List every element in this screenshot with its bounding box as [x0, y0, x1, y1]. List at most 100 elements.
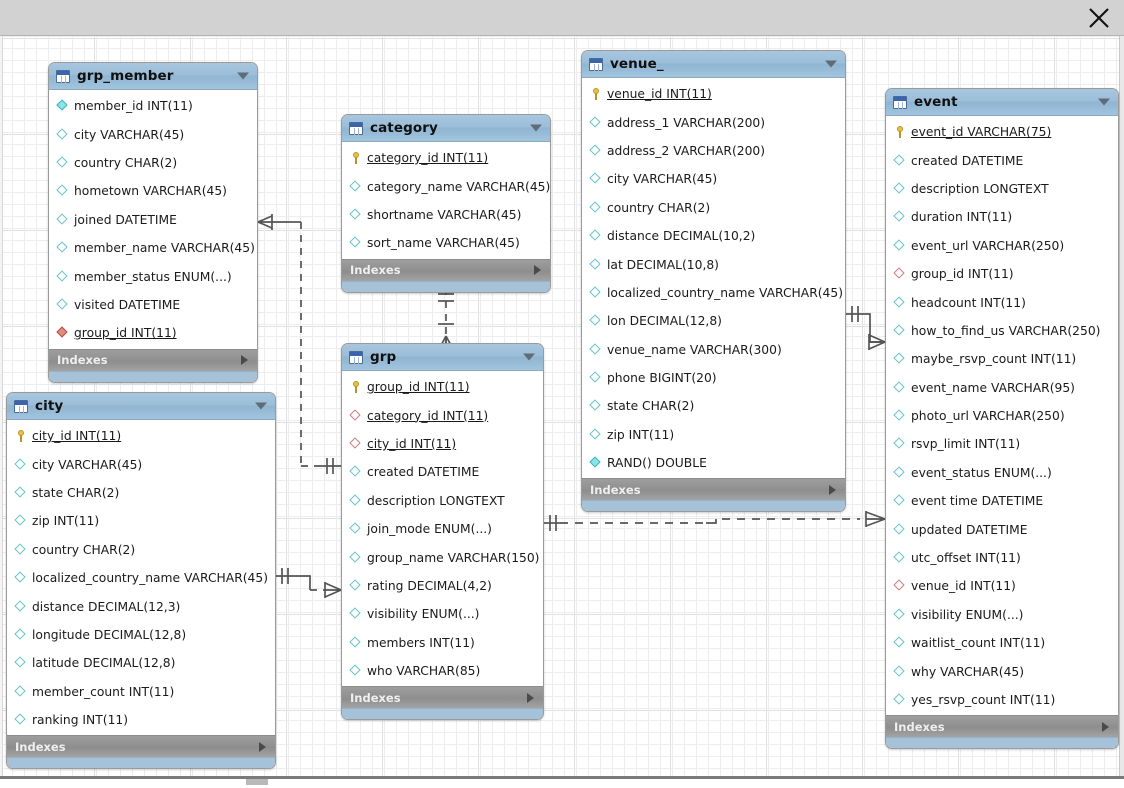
column-row[interactable]: latitude DECIMAL(12,8)	[7, 649, 275, 677]
column-row[interactable]: longitude DECIMAL(12,8)	[7, 621, 275, 649]
chevron-down-icon[interactable]	[1098, 99, 1110, 106]
column-row[interactable]: visibility ENUM(...)	[342, 600, 543, 628]
chevron-right-icon[interactable]	[534, 265, 541, 275]
column-row[interactable]: lat DECIMAL(10,8)	[582, 250, 845, 278]
column-row[interactable]: updated DATETIME	[886, 515, 1118, 543]
chevron-right-icon[interactable]	[1102, 722, 1109, 732]
chevron-down-icon[interactable]	[825, 61, 837, 68]
column-row[interactable]: how_to_find_us VARCHAR(250)	[886, 317, 1118, 345]
table-grp[interactable]: grp group_id INT(11) category_id INT(11)…	[341, 343, 544, 720]
chevron-down-icon[interactable]	[237, 73, 249, 80]
column-row[interactable]: address_1 VARCHAR(200)	[582, 108, 845, 136]
chevron-right-icon[interactable]	[527, 693, 534, 703]
column-row[interactable]: who VARCHAR(85)	[342, 657, 543, 685]
column-row[interactable]: localized_country_name VARCHAR(45)	[7, 564, 275, 592]
column-row[interactable]: ranking INT(11)	[7, 706, 275, 734]
column-row[interactable]: waitlist_count INT(11)	[886, 629, 1118, 657]
column-row[interactable]: event_id VARCHAR(75)	[886, 118, 1118, 146]
column-row[interactable]: RAND() DOUBLE	[582, 449, 845, 477]
column-row[interactable]: headcount INT(11)	[886, 288, 1118, 316]
column-row[interactable]: member_status ENUM(...)	[49, 262, 257, 290]
column-row[interactable]: state CHAR(2)	[582, 392, 845, 420]
indexes-bar[interactable]: Indexes	[582, 478, 845, 500]
indexes-bar[interactable]: Indexes	[342, 686, 543, 708]
column-row[interactable]: category_id INT(11)	[342, 144, 550, 172]
column-row[interactable]: event_status ENUM(...)	[886, 459, 1118, 487]
column-row[interactable]: group_id INT(11)	[49, 319, 257, 347]
column-row[interactable]: country CHAR(2)	[7, 536, 275, 564]
table-header-grp_member[interactable]: grp_member	[49, 63, 257, 90]
column-row[interactable]: visited DATETIME	[49, 291, 257, 319]
indexes-bar[interactable]: Indexes	[49, 349, 257, 371]
column-row[interactable]: distance DECIMAL(12,3)	[7, 592, 275, 620]
column-row[interactable]: zip INT(11)	[582, 421, 845, 449]
window-resize-handle[interactable]	[246, 779, 268, 785]
diagram-canvas[interactable]: grp_member member_id INT(11) city VARCHA…	[0, 36, 1124, 776]
table-event[interactable]: event event_id VARCHAR(75) created DATET…	[885, 88, 1119, 749]
column-row[interactable]: maybe_rsvp_count INT(11)	[886, 345, 1118, 373]
chevron-right-icon[interactable]	[241, 355, 248, 365]
column-row[interactable]: country CHAR(2)	[49, 149, 257, 177]
column-row[interactable]: event time DATETIME	[886, 487, 1118, 515]
column-row[interactable]: country CHAR(2)	[582, 194, 845, 222]
column-row[interactable]: venue_id INT(11)	[582, 80, 845, 108]
table-venue_[interactable]: venue_ venue_id INT(11) address_1 VARCHA…	[581, 50, 846, 512]
column-row[interactable]: created DATETIME	[342, 458, 543, 486]
column-row[interactable]: created DATETIME	[886, 146, 1118, 174]
column-row[interactable]: city VARCHAR(45)	[7, 450, 275, 478]
column-row[interactable]: category_id INT(11)	[342, 401, 543, 429]
column-row[interactable]: yes_rsvp_count INT(11)	[886, 686, 1118, 714]
column-row[interactable]: description LONGTEXT	[342, 487, 543, 515]
column-row[interactable]: venue_id INT(11)	[886, 572, 1118, 600]
column-row[interactable]: group_name VARCHAR(150)	[342, 543, 543, 571]
column-row[interactable]: group_id INT(11)	[342, 373, 543, 401]
column-row[interactable]: members INT(11)	[342, 629, 543, 657]
column-row[interactable]: zip INT(11)	[7, 507, 275, 535]
table-header-city[interactable]: city	[7, 393, 275, 420]
chevron-right-icon[interactable]	[829, 485, 836, 495]
column-row[interactable]: city_id INT(11)	[342, 430, 543, 458]
column-row[interactable]: lon DECIMAL(12,8)	[582, 307, 845, 335]
column-row[interactable]: why VARCHAR(45)	[886, 657, 1118, 685]
indexes-bar[interactable]: Indexes	[7, 735, 275, 757]
table-header-venue_[interactable]: venue_	[582, 51, 845, 78]
column-row[interactable]: rsvp_limit INT(11)	[886, 430, 1118, 458]
column-row[interactable]: venue_name VARCHAR(300)	[582, 336, 845, 364]
column-row[interactable]: shortname VARCHAR(45)	[342, 201, 550, 229]
column-row[interactable]: address_2 VARCHAR(200)	[582, 137, 845, 165]
chevron-right-icon[interactable]	[259, 742, 266, 752]
column-row[interactable]: city VARCHAR(45)	[49, 120, 257, 148]
indexes-bar[interactable]: Indexes	[342, 259, 550, 281]
column-row[interactable]: event_name VARCHAR(95)	[886, 374, 1118, 402]
column-row[interactable]: joined DATETIME	[49, 206, 257, 234]
column-row[interactable]: utc_offset INT(11)	[886, 544, 1118, 572]
column-row[interactable]: group_id INT(11)	[886, 260, 1118, 288]
column-row[interactable]: visibility ENUM(...)	[886, 601, 1118, 629]
close-button[interactable]	[1082, 1, 1116, 35]
table-header-event[interactable]: event	[886, 89, 1118, 116]
column-row[interactable]: sort_name VARCHAR(45)	[342, 229, 550, 257]
column-row[interactable]: distance DECIMAL(10,2)	[582, 222, 845, 250]
column-row[interactable]: category_name VARCHAR(45)	[342, 172, 550, 200]
column-row[interactable]: hometown VARCHAR(45)	[49, 177, 257, 205]
table-city[interactable]: city city_id INT(11) city VARCHAR(45) st…	[6, 392, 276, 769]
table-grp_member[interactable]: grp_member member_id INT(11) city VARCHA…	[48, 62, 258, 383]
indexes-bar[interactable]: Indexes	[886, 715, 1118, 737]
column-row[interactable]: member_id INT(11)	[49, 92, 257, 120]
column-row[interactable]: rating DECIMAL(4,2)	[342, 572, 543, 600]
column-row[interactable]: duration INT(11)	[886, 203, 1118, 231]
column-row[interactable]: event_url VARCHAR(250)	[886, 232, 1118, 260]
column-row[interactable]: city VARCHAR(45)	[582, 165, 845, 193]
column-row[interactable]: phone BIGINT(20)	[582, 364, 845, 392]
table-category[interactable]: category category_id INT(11) category_na…	[341, 114, 551, 293]
chevron-down-icon[interactable]	[523, 354, 535, 361]
column-row[interactable]: city_id INT(11)	[7, 422, 275, 450]
column-row[interactable]: join_mode ENUM(...)	[342, 515, 543, 543]
column-row[interactable]: localized_country_name VARCHAR(45)	[582, 279, 845, 307]
column-row[interactable]: description LONGTEXT	[886, 175, 1118, 203]
chevron-down-icon[interactable]	[255, 403, 267, 410]
column-row[interactable]: member_count INT(11)	[7, 678, 275, 706]
table-header-category[interactable]: category	[342, 115, 550, 142]
chevron-down-icon[interactable]	[530, 125, 542, 132]
column-row[interactable]: member_name VARCHAR(45)	[49, 234, 257, 262]
